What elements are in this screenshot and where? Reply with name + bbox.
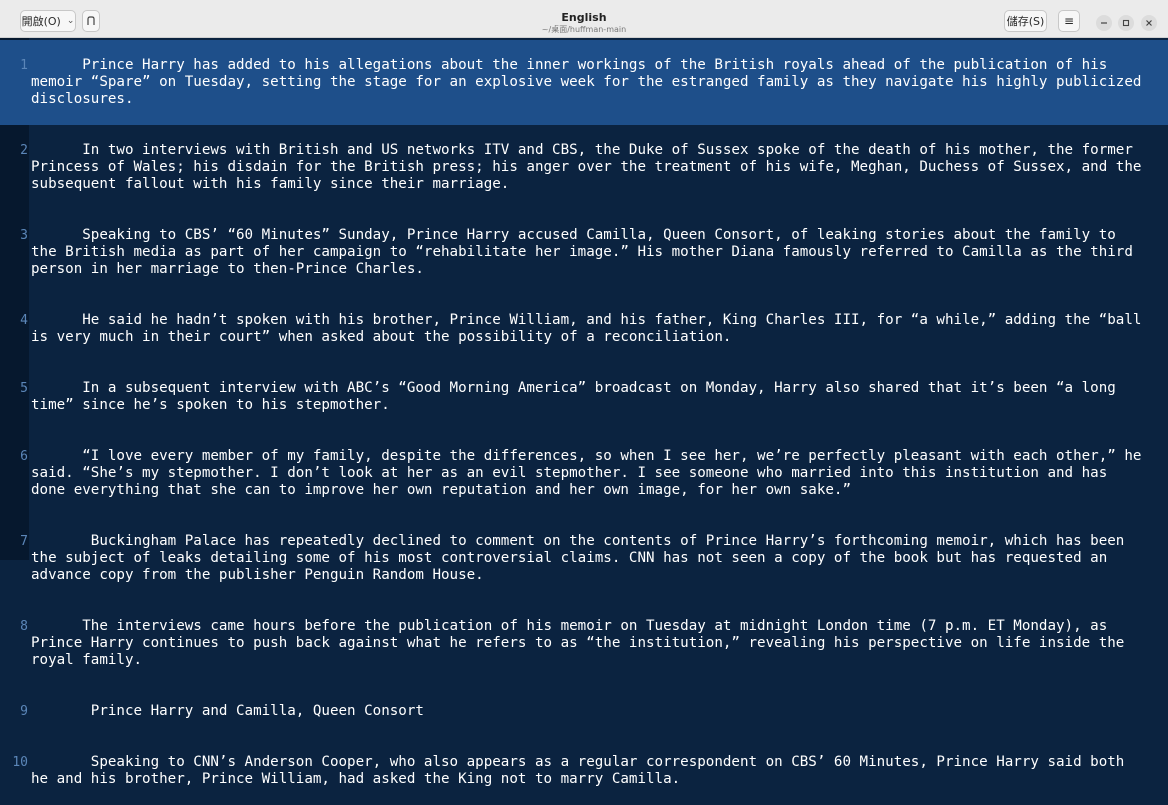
close-icon	[1146, 20, 1152, 26]
minimize-button[interactable]	[1096, 15, 1112, 31]
editor-line-2[interactable]: 2 In two interviews with British and US n…	[0, 125, 1168, 210]
editor-line-5[interactable]: 5 In a subsequent interview with ABC’s “G…	[0, 363, 1168, 431]
editor-line-10[interactable]: 10 Speaking to CNN’s Anderson Cooper, wh…	[0, 737, 1168, 805]
chevron-down-icon: ⌄	[66, 16, 75, 26]
new-tab-icon	[87, 16, 95, 25]
line-text: The interviews came hours before the pub…	[31, 618, 1133, 668]
editor-content: 1 Prince Harry has added to his allegatio…	[0, 40, 1168, 805]
line-text: Prince Harry has added to his allegation…	[31, 57, 1150, 107]
menu-button[interactable]: ≡	[1058, 10, 1080, 32]
line-number: 4	[20, 313, 28, 328]
open-button-label: 開啟(O)	[21, 15, 61, 28]
line-text: Buckingham Palace has repeatedly decline…	[31, 533, 1133, 583]
maximize-icon	[1122, 19, 1130, 27]
line-text: Speaking to CNN’s Anderson Cooper, who a…	[31, 754, 1133, 787]
line-number: 7	[20, 534, 28, 549]
editor-line-8[interactable]: 8 The interviews came hours before the pu…	[0, 601, 1168, 686]
new-tab-button[interactable]	[82, 10, 100, 32]
editor-line-7[interactable]: 7 Buckingham Palace has repeatedly decli…	[0, 516, 1168, 601]
window-title: English	[561, 11, 607, 24]
hamburger-menu-icon: ≡	[1063, 14, 1075, 28]
editor-line-6[interactable]: 6 “I love every member of my family, desp…	[0, 431, 1168, 516]
editor-line-3[interactable]: 3 Speaking to CBS’ “60 Minutes” Sunday, P…	[0, 210, 1168, 295]
close-button[interactable]	[1141, 15, 1157, 31]
line-number: 3	[20, 228, 28, 243]
minimize-icon	[1101, 22, 1107, 24]
line-text: In two interviews with British and US ne…	[31, 142, 1150, 192]
editor-line-4[interactable]: 4 He said he hadn’t spoken with his broth…	[0, 295, 1168, 363]
line-text: Speaking to CBS’ “60 Minutes” Sunday, Pr…	[31, 227, 1142, 277]
line-text: “I love every member of my family, despi…	[31, 448, 1150, 498]
title-bar: 開啟(O) ⌄ English ~/桌面/huffman-main 儲存(S) …	[0, 0, 1168, 38]
line-number: 2	[20, 143, 28, 158]
save-button[interactable]: 儲存(S)	[1004, 10, 1047, 32]
line-number: 1	[20, 58, 28, 73]
line-text: Prince Harry and Camilla, Queen Consort	[82, 703, 424, 719]
text-editor[interactable]: 1 Prince Harry has added to his allegatio…	[0, 38, 1168, 787]
line-text: In a subsequent interview with ABC’s “Go…	[31, 380, 1125, 413]
line-number: 8	[20, 619, 28, 634]
line-number: 6	[20, 449, 28, 464]
window-path: ~/桌面/huffman-main	[541, 25, 627, 34]
line-number: 9	[20, 704, 28, 719]
open-button[interactable]: 開啟(O) ⌄	[20, 10, 76, 32]
editor-line-9[interactable]: 9 Prince Harry and Camilla, Queen Consor…	[0, 686, 1168, 737]
editor-line-1[interactable]: 1 Prince Harry has added to his allegatio…	[0, 40, 1168, 125]
line-number: 10	[12, 755, 28, 770]
line-number: 5	[20, 381, 28, 396]
maximize-button[interactable]	[1118, 15, 1134, 31]
line-text: He said he hadn’t spoken with his brothe…	[31, 312, 1150, 345]
